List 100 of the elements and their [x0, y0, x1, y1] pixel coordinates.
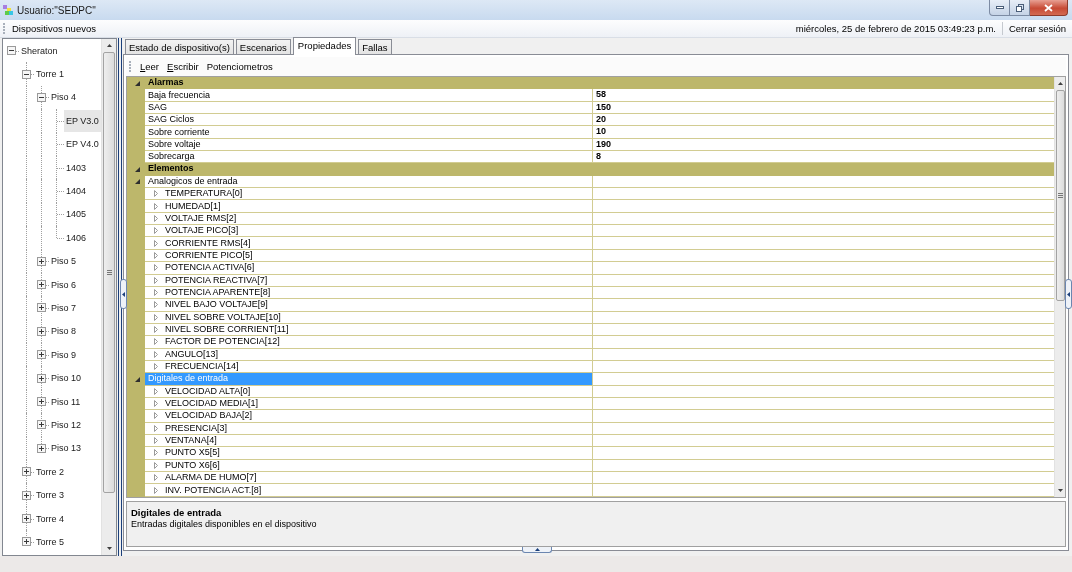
triangle-down-icon[interactable] — [134, 179, 140, 185]
property-name[interactable]: Sobrecarga — [145, 151, 592, 164]
tree-item[interactable]: 1406 — [64, 226, 89, 249]
minimize-button[interactable] — [989, 0, 1010, 16]
plus-box-icon[interactable] — [21, 467, 31, 477]
property-value[interactable]: 58 — [592, 89, 1054, 102]
property-value[interactable] — [592, 225, 1054, 238]
triangle-down-icon[interactable] — [134, 167, 140, 173]
toolbar-button[interactable]: Escribir — [164, 60, 202, 73]
triangle-right-icon[interactable] — [154, 387, 158, 395]
collapse-button[interactable] — [1065, 279, 1072, 309]
plus-box-icon[interactable] — [36, 350, 46, 360]
tab[interactable]: Fallas — [358, 39, 392, 54]
plus-box-icon[interactable] — [36, 443, 46, 453]
triangle-right-icon[interactable] — [154, 202, 158, 210]
tab[interactable]: Propiedades — [292, 37, 357, 55]
property-name[interactable]: FACTOR DE POTENCIA[12] — [145, 336, 592, 349]
property-name[interactable]: TEMPERATURA[0] — [145, 188, 592, 201]
triangle-right-icon[interactable] — [154, 264, 158, 272]
property-value[interactable] — [592, 175, 1054, 189]
toolbar-button[interactable]: Leer — [137, 60, 163, 73]
plus-box-icon[interactable] — [21, 537, 31, 547]
minus-box-icon[interactable] — [21, 69, 31, 79]
property-name[interactable]: PUNTO X5[5] — [145, 447, 592, 460]
tree-item[interactable]: Piso 13 — [49, 437, 84, 460]
property-value[interactable] — [592, 188, 1054, 201]
property-value[interactable] — [592, 237, 1054, 250]
triangle-right-icon[interactable] — [154, 326, 158, 334]
property-name[interactable]: Baja frecuencia — [145, 89, 592, 102]
plus-box-icon[interactable] — [36, 256, 46, 266]
tree-item[interactable]: Piso 12 — [49, 413, 84, 436]
property-name[interactable]: INV. POTENCIA ACT.[8] — [145, 484, 592, 497]
category-label[interactable]: Alarmas — [145, 77, 1054, 90]
property-value[interactable]: 10 — [592, 126, 1054, 139]
triangle-right-icon[interactable] — [154, 400, 158, 408]
plus-box-icon[interactable] — [36, 280, 46, 290]
property-name[interactable]: HUMEDAD[1] — [145, 200, 592, 213]
tree-item[interactable]: Torre 5 — [34, 530, 66, 553]
property-name[interactable]: Analogicos de entrada — [145, 175, 592, 189]
triangle-down-icon[interactable] — [134, 376, 140, 382]
property-name[interactable]: POTENCIA ACTIVA[6] — [145, 262, 592, 275]
tree-item[interactable]: Piso 8 — [49, 320, 78, 343]
plus-box-icon[interactable] — [36, 373, 46, 383]
tree-item[interactable]: Sheraton — [19, 39, 60, 62]
minus-box-icon[interactable] — [36, 92, 46, 102]
category-label[interactable]: Elementos — [145, 163, 1054, 176]
triangle-right-icon[interactable] — [154, 190, 158, 198]
plus-box-icon[interactable] — [36, 397, 46, 407]
minus-box-icon[interactable] — [6, 46, 16, 56]
property-value[interactable]: 8 — [592, 151, 1054, 164]
triangle-right-icon[interactable] — [154, 474, 158, 482]
tree-item[interactable]: Torre 4 — [34, 507, 66, 530]
tree-item[interactable]: Torre 2 — [34, 460, 66, 483]
triangle-right-icon[interactable] — [154, 449, 158, 457]
tree-item[interactable]: 1404 — [64, 180, 89, 203]
tree-item[interactable]: Piso 7 — [49, 297, 78, 319]
property-name[interactable]: CORRIENTE RMS[4] — [145, 237, 592, 250]
tree-item[interactable]: Piso 6 — [49, 273, 78, 296]
tree-item[interactable]: EP V3.0 — [64, 109, 101, 132]
tree-item[interactable]: Piso 5 — [49, 250, 78, 273]
property-name[interactable]: SAG Ciclos — [145, 114, 592, 127]
triangle-right-icon[interactable] — [154, 412, 158, 420]
up-arrow-icon[interactable] — [106, 44, 112, 47]
property-value[interactable] — [592, 200, 1054, 213]
toolbar-button[interactable]: Potenciometros — [203, 60, 276, 73]
scrollbar-thumb[interactable] — [103, 52, 115, 493]
property-value[interactable] — [592, 373, 1054, 386]
scrollbar-thumb[interactable] — [1055, 90, 1065, 301]
tree-item[interactable]: 1403 — [64, 156, 89, 179]
tree-item[interactable]: Torre 1 — [34, 63, 66, 86]
property-name[interactable]: VELOCIDAD BAJA[2] — [145, 410, 592, 423]
property-name[interactable]: VOLTAJE PICO[3] — [145, 225, 592, 238]
tree-item[interactable]: Piso 10 — [49, 367, 84, 390]
triangle-right-icon[interactable] — [154, 424, 158, 432]
plus-box-icon[interactable] — [21, 490, 31, 500]
down-arrow-icon[interactable] — [106, 547, 112, 550]
menu-item[interactable]: Dispositivos nuevos — [10, 22, 98, 35]
triangle-right-icon[interactable] — [154, 214, 158, 222]
plus-box-icon[interactable] — [36, 326, 46, 336]
triangle-right-icon[interactable] — [154, 289, 158, 296]
plus-box-icon[interactable] — [36, 420, 46, 430]
triangle-right-icon[interactable] — [154, 227, 158, 235]
triangle-right-icon[interactable] — [154, 313, 158, 321]
plus-box-icon[interactable] — [36, 303, 46, 313]
plus-box-icon[interactable] — [21, 514, 31, 523]
triangle-right-icon[interactable] — [154, 461, 158, 469]
triangle-right-icon[interactable] — [154, 276, 158, 284]
triangle-right-icon[interactable] — [154, 338, 158, 346]
triangle-right-icon[interactable] — [154, 437, 158, 445]
triangle-right-icon[interactable] — [154, 350, 158, 358]
triangle-right-icon[interactable] — [154, 486, 158, 494]
triangle-right-icon[interactable] — [154, 252, 158, 259]
property-name[interactable]: ALARMA DE HUMO[7] — [145, 472, 592, 485]
tree-item[interactable]: Piso 11 — [49, 390, 83, 413]
property-value[interactable] — [592, 336, 1054, 349]
up-arrow-icon[interactable] — [1057, 82, 1063, 85]
scrollbar[interactable] — [101, 39, 116, 555]
tree-item[interactable]: 1405 — [64, 203, 89, 226]
tab[interactable]: Estado de dispositivo(s) — [125, 39, 234, 54]
property-value[interactable] — [592, 447, 1054, 460]
